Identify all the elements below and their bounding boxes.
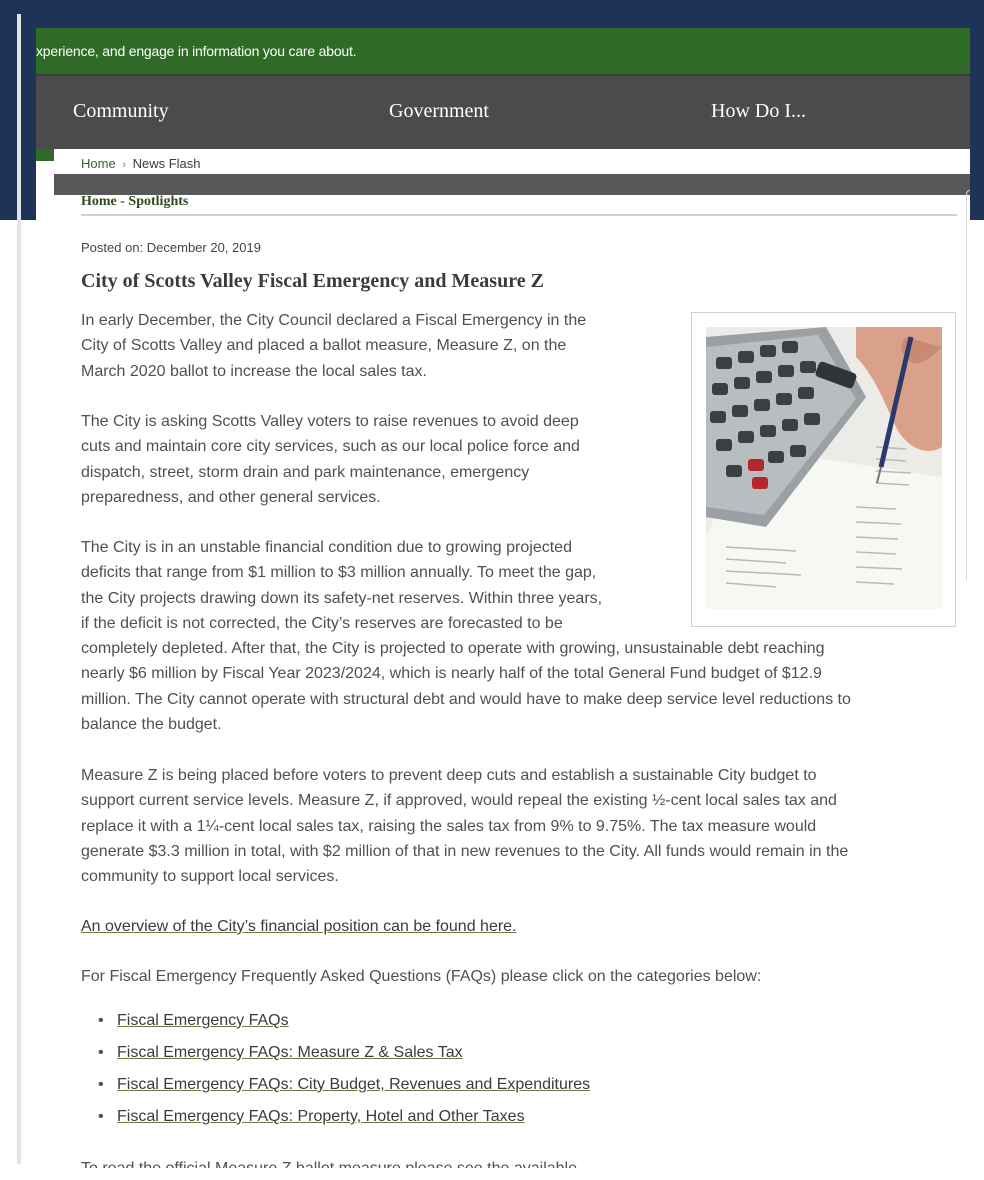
- text-line: preparedness, and other general services…: [81, 488, 381, 506]
- posted-date: Posted on: December 20, 2019: [81, 240, 261, 255]
- text-line: dispatch, street, storm drain and park m…: [81, 463, 530, 481]
- nav-top-stripe: [36, 74, 970, 76]
- faq-link-taxes[interactable]: Fiscal Emergency FAQs: Property, Hotel a…: [117, 1108, 525, 1125]
- bullet-icon: •: [98, 1108, 104, 1125]
- breadcrumb-current: News Flash: [132, 156, 201, 171]
- list-item: • Fiscal Emergency FAQs: Property, Hotel…: [98, 1108, 590, 1140]
- article-paragraph-4: Measure Z is being placed before voters …: [81, 763, 848, 889]
- cutoff-text-line: To read the official Measure Z ballot me…: [81, 1160, 577, 1168]
- breadcrumb-home-link[interactable]: Home: [81, 156, 116, 171]
- breadcrumb-separator: ›: [122, 159, 126, 171]
- faq-link-general[interactable]: Fiscal Emergency FAQs: [117, 1012, 289, 1029]
- nav-accent-tab: [36, 149, 54, 161]
- nav-item-government[interactable]: Government: [389, 100, 489, 123]
- breadcrumb: Home › News Flash: [81, 156, 201, 171]
- list-item: • Fiscal Emergency FAQs: City Budget, Re…: [98, 1076, 590, 1108]
- window-edge: [17, 14, 21, 1164]
- text-line: The City is asking Scotts Valley voters …: [81, 413, 579, 430]
- article-title: City of Scotts Valley Fiscal Emergency a…: [81, 270, 544, 292]
- site-banner: xperience, and engage in information you…: [36, 28, 970, 74]
- text-line: City of Scotts Valley and placed a ballo…: [81, 337, 567, 355]
- main-nav: Community Government How Do I...: [36, 74, 970, 195]
- text-line: Measure Z is being placed before voters …: [81, 767, 817, 784]
- text-line: nearly $6 million by Fiscal Year 2023/20…: [81, 665, 822, 683]
- nav-item-community[interactable]: Community: [73, 100, 169, 123]
- faq-list: • Fiscal Emergency FAQs • Fiscal Emergen…: [98, 1012, 590, 1140]
- section-title: Home - Spotlights: [81, 194, 189, 209]
- text-line: replace it with a 1¼-cent local sales ta…: [81, 817, 817, 835]
- text-line: community to support local services.: [81, 868, 339, 886]
- banner-text: xperience, and engage in information you…: [36, 43, 357, 59]
- bullet-icon: •: [98, 1076, 104, 1093]
- text-line: million. The City cannot operate with st…: [81, 690, 851, 708]
- text-line: March 2020 ballot to increase the local …: [81, 362, 427, 380]
- text-line: In early December, the City Council decl…: [81, 312, 587, 329]
- text-line: completely depleted. After that, the Cit…: [81, 640, 825, 658]
- calculator-photo: [706, 327, 942, 609]
- financial-overview-link[interactable]: An overview of the City’s financial posi…: [81, 918, 517, 935]
- calculator-photo-art: [706, 327, 942, 609]
- text-line: support current service levels. Measure …: [81, 792, 837, 810]
- list-item: • Fiscal Emergency FAQs: Measure Z & Sal…: [98, 1044, 590, 1076]
- article-paragraph-1: In early December, the City Council decl…: [81, 308, 586, 384]
- nav-lower-band: [54, 174, 970, 195]
- text-line: generate $3.3 million in total, with $2 …: [81, 842, 849, 860]
- text-line: balance the budget.: [81, 716, 222, 734]
- nav-item-how-do-i[interactable]: How Do I...: [711, 100, 806, 123]
- faq-link-measure-z[interactable]: Fiscal Emergency FAQs: Measure Z & Sales…: [117, 1044, 463, 1061]
- text-line: cuts and maintain core city services, su…: [81, 438, 580, 456]
- article-paragraph-2: The City is asking Scotts Valley voters …: [81, 409, 580, 510]
- bullet-icon: •: [98, 1012, 104, 1029]
- overview-paragraph: An overview of the City’s financial posi…: [81, 914, 517, 939]
- browser-page: xperience, and engage in information you…: [36, 28, 970, 1168]
- faq-link-city-budget[interactable]: Fiscal Emergency FAQs: City Budget, Reve…: [117, 1076, 590, 1093]
- scrollbar[interactable]: [966, 190, 970, 580]
- faq-intro: For Fiscal Emergency Frequently Asked Qu…: [81, 968, 762, 985]
- article-image-frame: [691, 312, 956, 627]
- list-item: • Fiscal Emergency FAQs: [98, 1012, 590, 1044]
- section-divider: [81, 214, 957, 216]
- bullet-icon: •: [98, 1044, 104, 1061]
